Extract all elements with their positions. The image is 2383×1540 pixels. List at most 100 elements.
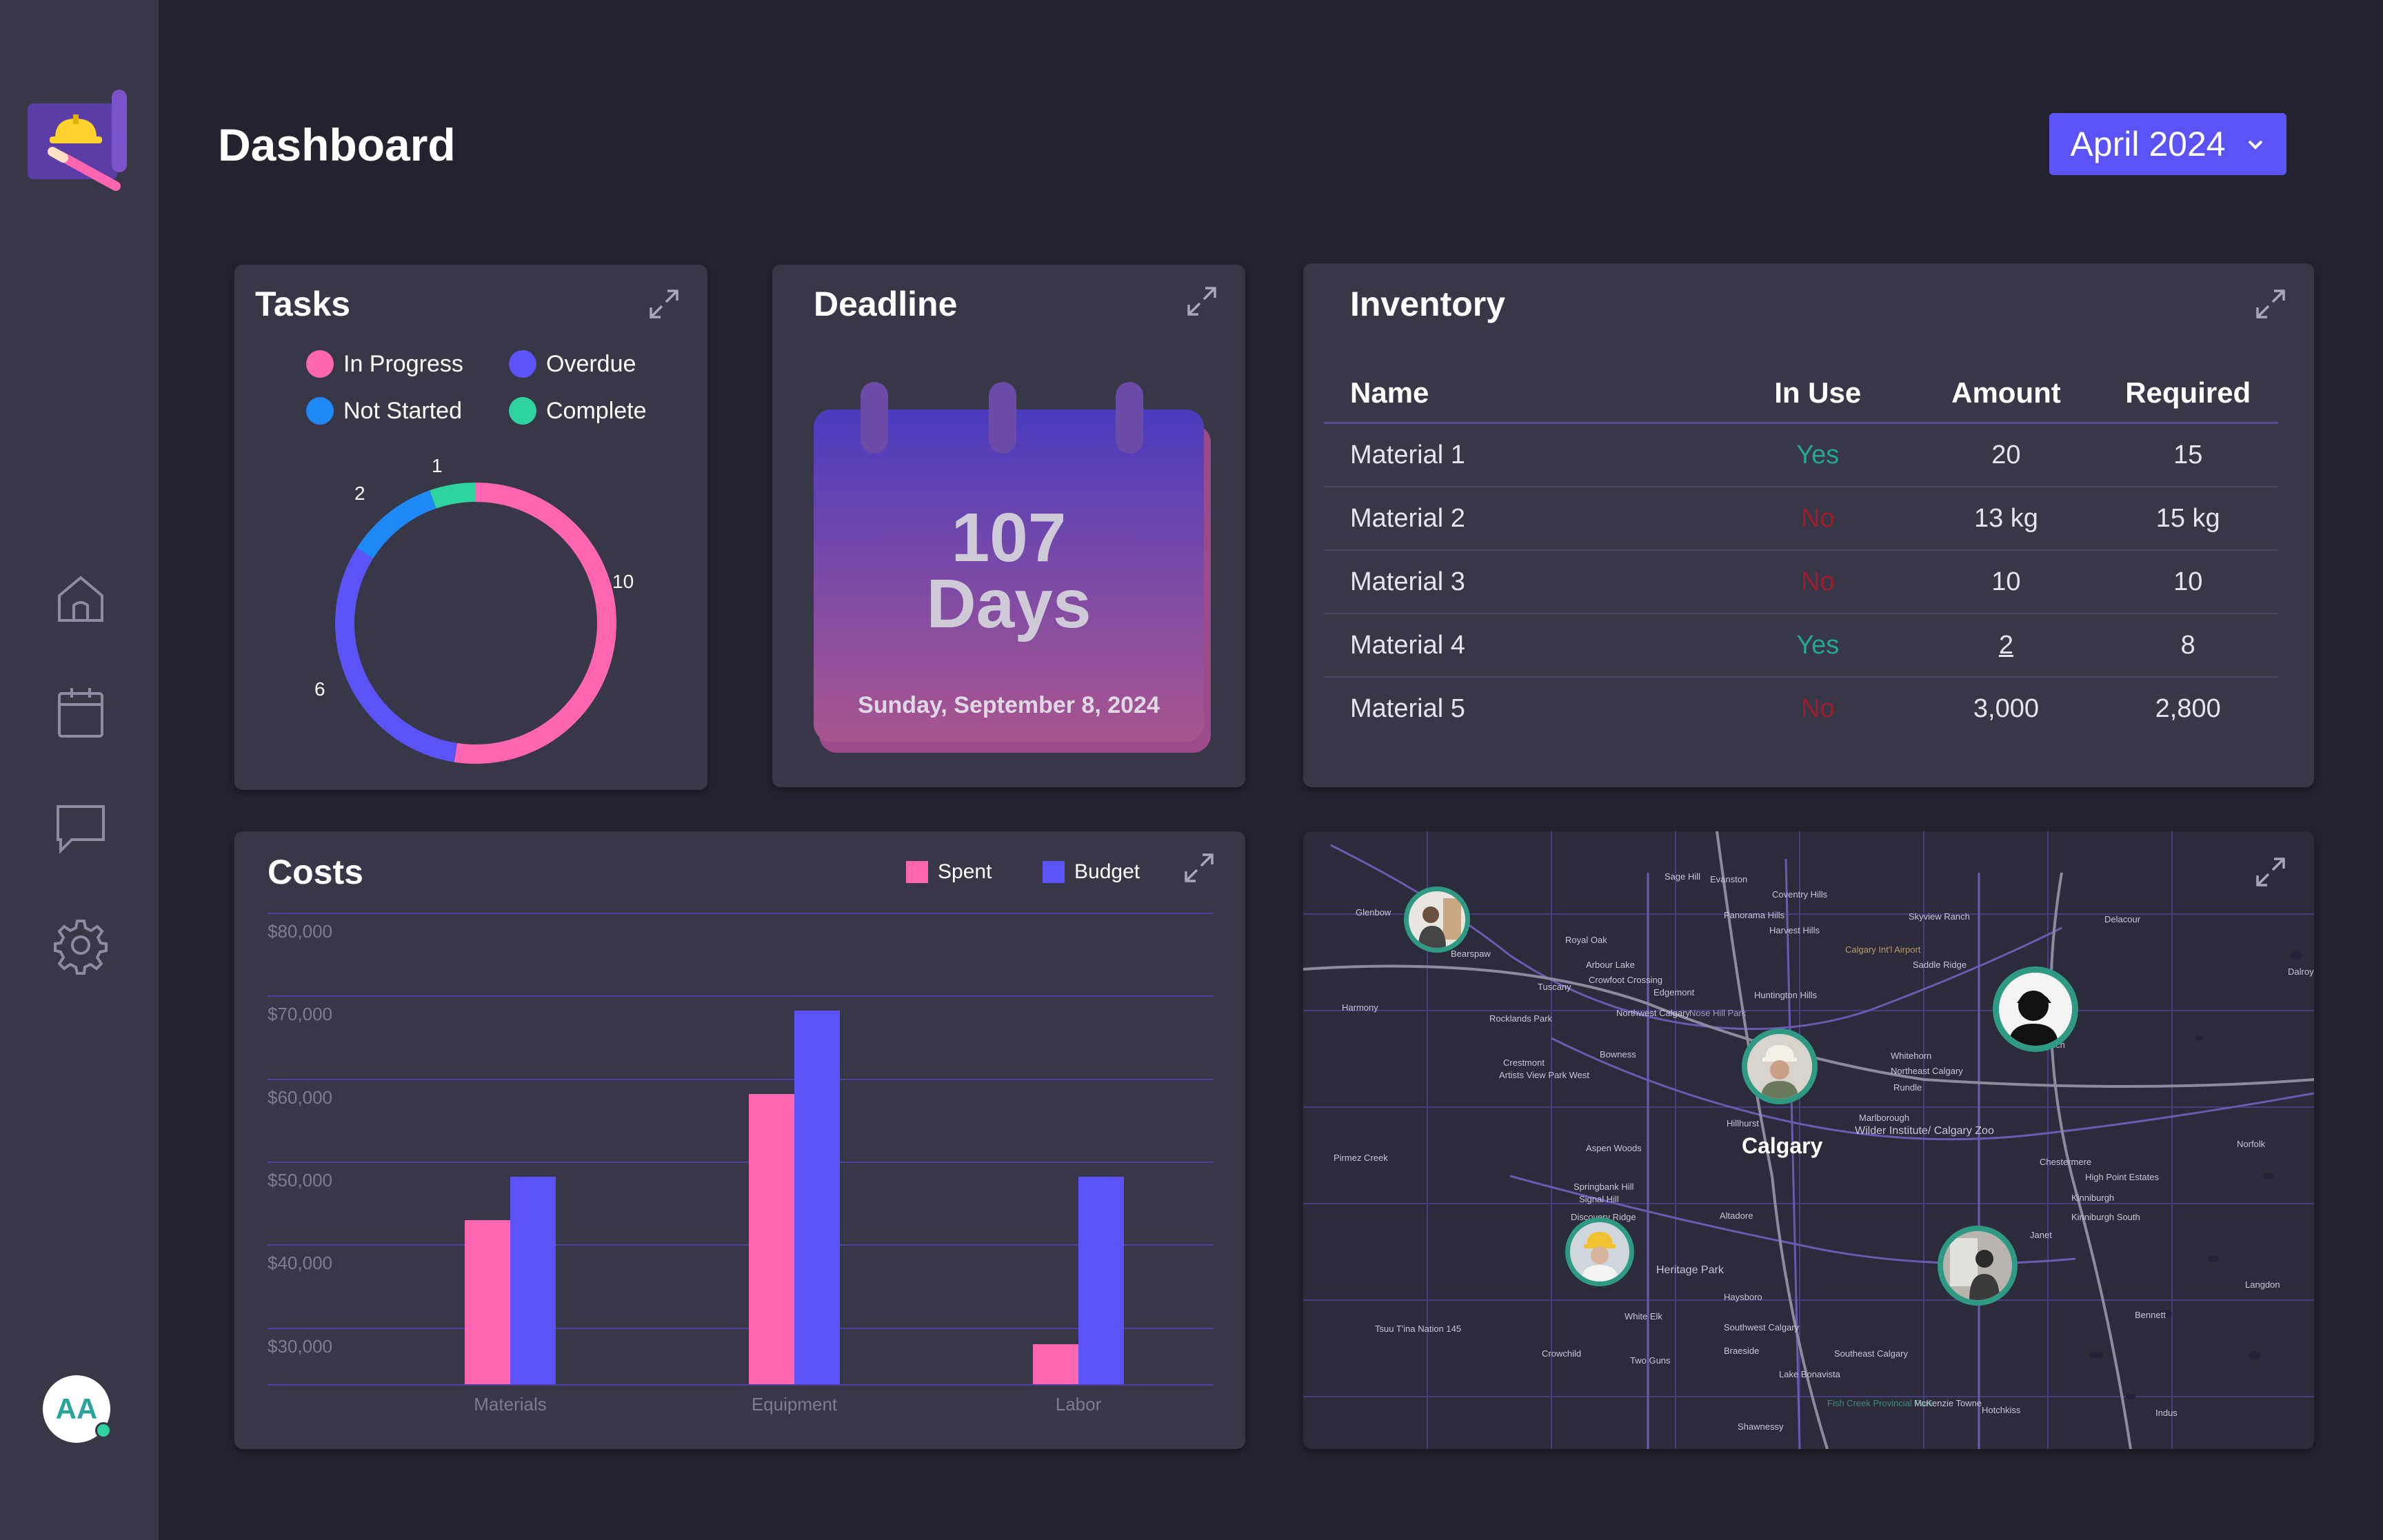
legend-swatch (1043, 861, 1065, 883)
cell-required: 15 (2098, 423, 2278, 487)
worker-photo (1999, 973, 2072, 1046)
cell-in-use: Yes (1720, 614, 1915, 678)
calendar-icon[interactable] (51, 684, 110, 743)
map-label: Dalroy (2288, 966, 2314, 977)
gear-icon[interactable] (51, 915, 110, 975)
map-label: Rundle (1893, 1082, 1922, 1093)
bar-budget-equipment[interactable] (794, 1011, 840, 1384)
y-tick-label: $80,000 (268, 921, 332, 942)
legend-item-spent: Spent (906, 860, 992, 884)
worker-map-pin[interactable] (1742, 1029, 1818, 1104)
app-logo[interactable] (28, 90, 131, 200)
cell-required: 15 kg (2098, 487, 2278, 551)
worker-map-pin[interactable] (1993, 966, 2078, 1052)
map-label: White Elk (1625, 1311, 1662, 1321)
y-tick-label: $40,000 (268, 1253, 332, 1274)
worker-map-pin[interactable] (1938, 1226, 2018, 1306)
expand-icon[interactable] (2253, 287, 2288, 321)
map-label: Nose Hill Park (1689, 1008, 1747, 1018)
y-tick-label: $70,000 (268, 1004, 332, 1025)
calendar-ring (989, 382, 1016, 454)
legend-item-in-progress: In Progress (306, 350, 463, 378)
bar-budget-labor[interactable] (1078, 1177, 1124, 1384)
expand-icon[interactable] (1185, 284, 1219, 318)
map-label: Crowchild (1542, 1348, 1582, 1359)
gridline (268, 1327, 1214, 1329)
expand-icon[interactable] (647, 287, 681, 321)
map-label: Northwest Calgary (1616, 1008, 1690, 1018)
map-label: Langdon (2245, 1279, 2280, 1290)
user-avatar[interactable]: AA (43, 1375, 112, 1443)
map-label: Pirmez Creek (1334, 1153, 1388, 1163)
column-header-name: Name (1324, 364, 1721, 424)
bar-spent-labor[interactable] (1033, 1344, 1078, 1384)
map-label: Calgary Int'l Airport (1845, 944, 1921, 955)
expand-icon[interactable] (1182, 851, 1216, 885)
cell-amount: 13 kg (1914, 487, 2098, 551)
map-label: Tuscany (1538, 982, 1571, 992)
map-label: Bennett (2135, 1310, 2166, 1320)
cell-required: 8 (2098, 614, 2278, 678)
chat-icon[interactable] (51, 800, 110, 859)
map-card[interactable]: Glenbow Bearspaw Harmony Pirmez Creek Sa… (1303, 831, 2314, 1449)
map-label: Southeast Calgary (1834, 1348, 1908, 1359)
table-row[interactable]: Material 2 No 13 kg 15 kg (1324, 487, 2278, 551)
table-row[interactable]: Material 3 No 10 10 (1324, 550, 2278, 614)
map-label: Janet (2030, 1230, 2052, 1240)
expand-icon[interactable] (2253, 855, 2288, 889)
cell-amount: 2 (1914, 614, 2098, 678)
map-label: Crestmont (1503, 1057, 1545, 1068)
y-tick-label: $30,000 (268, 1335, 332, 1357)
legend-label: Spent (938, 860, 992, 883)
map-label: Bowness (1600, 1049, 1636, 1060)
gridline (268, 995, 1214, 997)
cell-name: Material 4 (1324, 614, 1721, 678)
online-status-dot (95, 1422, 112, 1439)
map-label: Whitehorn (1891, 1051, 1932, 1061)
bar-budget-materials[interactable] (510, 1177, 556, 1384)
worker-photo (1409, 891, 1465, 948)
gridline (268, 1244, 1214, 1246)
inventory-table: Name In Use Amount Required Material 1 Y… (1324, 364, 2278, 740)
map-label: Panorama Hills (1724, 910, 1785, 920)
worker-map-pin[interactable] (1404, 886, 1470, 953)
map-label: Tsuu T'ina Nation 145 (1375, 1324, 1462, 1334)
map-label: Artists View Park West (1499, 1070, 1589, 1080)
table-row[interactable]: Material 1 Yes 20 15 (1324, 423, 2278, 487)
column-header-in-use: In Use (1720, 364, 1915, 424)
map-label: Royal Oak (1565, 935, 1607, 945)
bar-spent-equipment[interactable] (749, 1093, 794, 1384)
cell-required: 10 (2098, 550, 2278, 614)
home-icon[interactable] (51, 569, 110, 629)
map-label: Altadore (1720, 1210, 1753, 1221)
table-header-row: Name In Use Amount Required (1324, 364, 2278, 424)
map-label: Springbank Hill (1573, 1182, 1634, 1192)
bar-spent-materials[interactable] (465, 1219, 510, 1384)
map-label: Saddle Ridge (1913, 960, 1967, 970)
table-row[interactable]: Material 5 No 3,000 2,800 (1324, 677, 2278, 740)
x-tick-label: Equipment (751, 1394, 838, 1415)
cell-in-use: Yes (1720, 423, 1915, 487)
map-label: Marlborough (1859, 1113, 1909, 1123)
map-label: Harmony (1342, 1002, 1378, 1013)
month-selector-label: April 2024 (2070, 125, 2226, 163)
worker-map-pin[interactable] (1565, 1217, 1634, 1286)
map-label: Hillhurst (1727, 1118, 1759, 1128)
legend-dot (306, 350, 334, 378)
map-label: Haysboro (1724, 1292, 1762, 1302)
legend-swatch (906, 861, 928, 883)
map-label: Kinniburgh (2071, 1193, 2115, 1203)
map-label: Southwest Calgary (1724, 1322, 1800, 1333)
table-row[interactable]: Material 4 Yes 2 8 (1324, 614, 2278, 678)
page-title: Dashboard (218, 119, 456, 170)
month-selector[interactable]: April 2024 (2049, 113, 2286, 175)
map-label: Glenbow (1356, 907, 1391, 918)
cell-name: Material 3 (1324, 550, 1721, 614)
map-label: Harvest Hills (1769, 925, 1820, 935)
donut-label-overdue: 6 (314, 678, 325, 700)
chevron-down-icon (2248, 140, 2262, 150)
map-label: Evanston (1710, 874, 1748, 884)
map-label: Huntington Hills (1754, 990, 1818, 1000)
deadline-card: Deadline 107 Days Sunday, September 8, 2… (772, 265, 1245, 787)
worker-photo (1747, 1034, 1812, 1099)
